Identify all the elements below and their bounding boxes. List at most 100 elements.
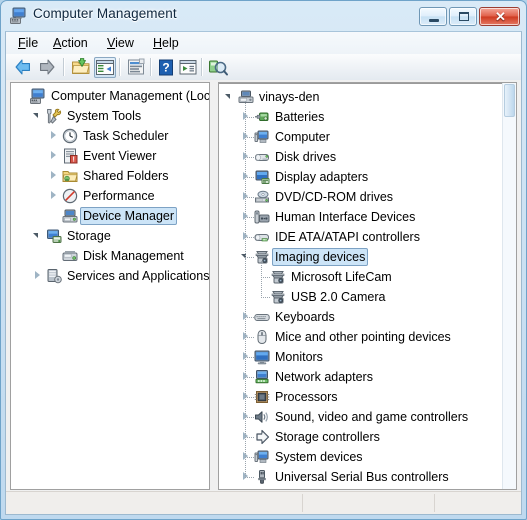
- forward-button[interactable]: [36, 57, 58, 78]
- console-view-button[interactable]: [177, 57, 199, 78]
- keyboard-icon: [254, 309, 270, 325]
- device-manager-icon: [62, 208, 78, 224]
- maximize-button[interactable]: [449, 7, 477, 26]
- tree-row-ide-ata-atapi-controllers[interactable]: IDE ATA/ATAPI controllers: [219, 227, 503, 247]
- tree-row-shared-folders[interactable]: Shared Folders: [11, 166, 209, 186]
- tree-label: IDE ATA/ATAPI controllers: [275, 230, 420, 244]
- toolbar-separator-2: [119, 58, 120, 76]
- menu-help[interactable]: Help: [151, 35, 181, 51]
- clock-icon: [62, 128, 78, 144]
- tree-row-computer[interactable]: Computer: [219, 127, 503, 147]
- tree-label: Storage controllers: [275, 430, 380, 444]
- show-hide-console-tree-button[interactable]: [94, 57, 116, 78]
- menu-bar: File Action View Help: [6, 32, 521, 55]
- collapse-arrow-system-tools[interactable]: [33, 110, 44, 121]
- performance-icon: [62, 188, 78, 204]
- tree-row-batteries[interactable]: Batteries: [219, 107, 503, 127]
- properties-button[interactable]: [125, 57, 147, 78]
- system-device-icon: [254, 449, 270, 465]
- tree-label: Disk Management: [83, 249, 184, 263]
- collapse-arrow-storage[interactable]: [33, 230, 44, 241]
- status-bar: [6, 491, 521, 514]
- tree-row-dvd-cd-rom-drives[interactable]: DVD/CD-ROM drives: [219, 187, 503, 207]
- tree-row-sound-video-and-game-controllers[interactable]: Sound, video and game controllers: [219, 407, 503, 427]
- menu-view[interactable]: View: [105, 35, 136, 51]
- tree-row-task-scheduler[interactable]: Task Scheduler: [11, 126, 209, 146]
- computer-icon: [30, 88, 46, 104]
- svg-text:!: !: [73, 157, 75, 164]
- expand-arrow-task-scheduler[interactable]: [49, 130, 60, 141]
- dvd-drive-icon: [254, 189, 270, 205]
- minimize-button[interactable]: [419, 7, 447, 26]
- expand-arrow-event-viewer[interactable]: [49, 150, 60, 161]
- hid-icon: [254, 209, 270, 225]
- tree-row-vinays-den[interactable]: vinays-den: [219, 87, 503, 107]
- tree-label: Batteries: [275, 110, 325, 124]
- tree-row-disk-drives[interactable]: Disk drives: [219, 147, 503, 167]
- tree-row-keyboards[interactable]: Keyboards: [219, 307, 503, 327]
- disk-management-icon: [62, 248, 78, 264]
- tree-label: Processors: [275, 390, 338, 404]
- close-button[interactable]: ✕: [479, 7, 520, 26]
- back-button[interactable]: [12, 57, 34, 78]
- tree-row-processors[interactable]: Processors: [219, 387, 503, 407]
- window-title: Computer Management: [33, 6, 177, 21]
- close-icon: ✕: [495, 9, 506, 24]
- help-button[interactable]: ?: [155, 57, 177, 78]
- system-tools-icon: [46, 108, 62, 124]
- console-tree-pane[interactable]: Computer Management (Local) System Tools T…: [10, 82, 210, 490]
- menu-file[interactable]: File: [16, 35, 40, 51]
- scan-for-hardware-changes-button[interactable]: [207, 57, 229, 78]
- back-icon: [15, 59, 30, 75]
- disk-drive-icon: [254, 149, 270, 165]
- tree-row-device-manager[interactable]: Device Manager: [11, 206, 209, 226]
- expand-arrow-performance[interactable]: [49, 190, 60, 201]
- console-icon: [179, 60, 197, 75]
- tree-label: Event Viewer: [83, 149, 157, 163]
- tree-label: Performance: [83, 189, 155, 203]
- tree-label: USB 2.0 Camera: [291, 290, 386, 304]
- tree-row-disk-management[interactable]: Disk Management: [11, 246, 209, 266]
- toolbar-separator-1: [63, 58, 64, 76]
- tree-row-monitors[interactable]: Monitors: [219, 347, 503, 367]
- tree-row-services-and-applications[interactable]: Services and Applications: [11, 266, 209, 286]
- storage-controller-icon: [254, 429, 270, 445]
- collapse-arrow-vinays-den[interactable]: [225, 91, 236, 102]
- toolbar-separator-3: [150, 58, 151, 76]
- tree-row-performance[interactable]: Performance: [11, 186, 209, 206]
- tree-row-system-devices[interactable]: System devices: [219, 447, 503, 467]
- up-folder-icon: [72, 58, 90, 74]
- tree-label: System Tools: [67, 109, 142, 123]
- computer-device-icon: [254, 129, 270, 145]
- tree-label: System devices: [275, 450, 363, 464]
- display-adapter-icon: [254, 169, 270, 185]
- up-one-level-button[interactable]: [70, 57, 92, 78]
- tree-label: Keyboards: [275, 310, 335, 324]
- tree-row-universal-serial-bus-controllers[interactable]: Universal Serial Bus controllers: [219, 467, 503, 487]
- tree-row-storage-controllers[interactable]: Storage controllers: [219, 427, 503, 447]
- tree-row-network-adapters[interactable]: Network adapters: [219, 367, 503, 387]
- tree-label: Universal Serial Bus controllers: [275, 470, 449, 484]
- scrollbar-thumb[interactable]: [504, 84, 515, 117]
- tree-label: Task Scheduler: [83, 129, 169, 143]
- usb-icon: [254, 469, 270, 485]
- tree-row-event-viewer[interactable]: ! Event Viewer: [11, 146, 209, 166]
- tree-row-storage[interactable]: Storage: [11, 226, 209, 246]
- tree-row-system-tools[interactable]: System Tools: [11, 106, 209, 126]
- status-divider-1: [302, 494, 303, 512]
- tree-row-display-adapters[interactable]: Display adapters: [219, 167, 503, 187]
- processor-icon: [254, 389, 270, 405]
- menu-action[interactable]: Action: [51, 35, 90, 51]
- monitor-icon: [254, 349, 270, 365]
- vertical-scrollbar[interactable]: [502, 83, 516, 489]
- tree-row-human-interface-devices[interactable]: Human Interface Devices: [219, 207, 503, 227]
- ide-controller-icon: [254, 229, 270, 245]
- tree-row-mice-and-other-pointing-devices[interactable]: Mice and other pointing devices: [219, 327, 503, 347]
- window-tree-icon: [96, 60, 114, 75]
- tree-label: Human Interface Devices: [275, 210, 416, 224]
- device-manager-pane[interactable]: vinays-den Batteries Computer Disk drives Di…: [218, 82, 517, 490]
- expand-arrow-shared-folders[interactable]: [49, 170, 60, 181]
- scan-hardware-icon: [209, 60, 228, 76]
- tree-row-computer-management-local[interactable]: Computer Management (Local): [11, 86, 209, 106]
- expand-arrow-services-and-applications[interactable]: [33, 270, 44, 281]
